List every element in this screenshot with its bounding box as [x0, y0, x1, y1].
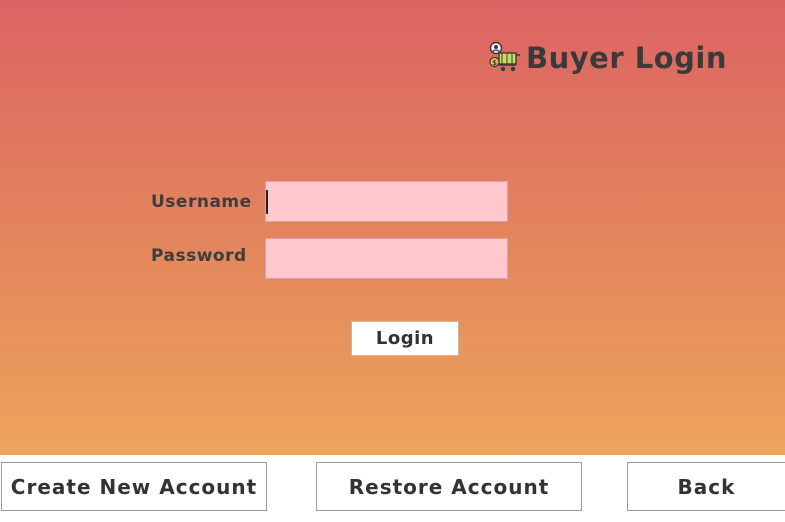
shopping-cart-user-icon: $: [489, 41, 520, 72]
username-field[interactable]: [265, 181, 508, 222]
svg-text:$: $: [492, 59, 497, 67]
login-button[interactable]: Login: [351, 321, 459, 356]
text-caret: [266, 190, 268, 214]
back-button[interactable]: Back: [627, 462, 785, 511]
restore-account-button[interactable]: Restore Account: [316, 462, 582, 511]
page-header: $ Buyer Login: [488, 38, 727, 78]
page-title: Buyer Login: [526, 41, 727, 75]
password-label: Password: [151, 246, 247, 266]
create-new-account-button[interactable]: Create New Account: [1, 462, 267, 511]
username-label: Username: [151, 192, 252, 212]
login-panel: $ Buyer Login Username Password Login: [0, 0, 785, 455]
password-field[interactable]: [265, 238, 508, 279]
